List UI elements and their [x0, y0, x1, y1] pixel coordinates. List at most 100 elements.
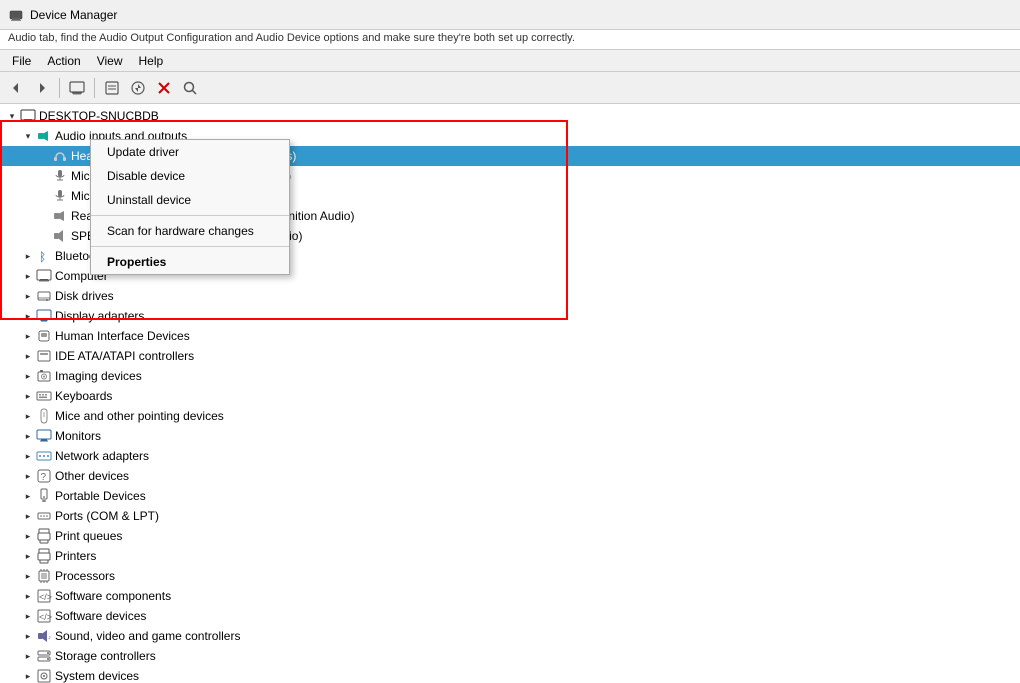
portable-node[interactable]: Portable Devices [0, 486, 1020, 506]
storage-node[interactable]: Storage controllers [0, 646, 1020, 666]
monitors-icon [36, 428, 52, 444]
network-label: Network adapters [55, 449, 149, 463]
ctx-update-driver[interactable]: Update driver [91, 140, 289, 164]
sw-comp-expand[interactable] [20, 588, 36, 604]
other-icon: ? [36, 468, 52, 484]
svg-text:ᛒ: ᛒ [39, 250, 46, 264]
menu-action[interactable]: Action [39, 52, 88, 70]
sw-comp-node[interactable]: </> Software components [0, 586, 1020, 606]
network-node[interactable]: Network adapters [0, 446, 1020, 466]
processors-expand[interactable] [20, 568, 36, 584]
system-expand[interactable] [20, 668, 36, 683]
storage-expand[interactable] [20, 648, 36, 664]
computer-expand[interactable] [20, 268, 36, 284]
menu-bar: File Action View Help [0, 50, 1020, 72]
headphone-icon [52, 148, 68, 164]
disk-node[interactable]: Disk drives [0, 286, 1020, 306]
other-expand[interactable] [20, 468, 36, 484]
sound-node[interactable]: ♪ Sound, video and game controllers [0, 626, 1020, 646]
sound-icon: ♪ [36, 628, 52, 644]
speakers-icon [52, 228, 68, 244]
sw-dev-node[interactable]: </> Software devices [0, 606, 1020, 626]
portable-expand[interactable] [20, 488, 36, 504]
mice-expand[interactable] [20, 408, 36, 424]
main-content: DESKTOP-SNUCBDB Audio inputs and outputs [0, 104, 1020, 683]
monitors-expand[interactable] [20, 428, 36, 444]
printq-node[interactable]: Print queues [0, 526, 1020, 546]
mice-icon [36, 408, 52, 424]
printq-expand[interactable] [20, 528, 36, 544]
speakers-expand [36, 228, 52, 244]
sw-comp-icon: </> [36, 588, 52, 604]
storage-label: Storage controllers [55, 649, 156, 663]
printers-label: Printers [55, 549, 96, 563]
ports-node[interactable]: Ports (COM & LPT) [0, 506, 1020, 526]
bluetooth-icon: ᛒ [36, 248, 52, 264]
other-label: Other devices [55, 469, 129, 483]
sw-dev-icon: </> [36, 608, 52, 624]
mic2-icon [52, 188, 68, 204]
device-tree[interactable]: DESKTOP-SNUCBDB Audio inputs and outputs [0, 104, 1020, 683]
hid-icon [36, 328, 52, 344]
toolbar-sep-2 [94, 78, 95, 98]
mic1-expand [36, 168, 52, 184]
menu-file[interactable]: File [4, 52, 39, 70]
ide-node[interactable]: IDE ATA/ATAPI controllers [0, 346, 1020, 366]
scan-button[interactable] [178, 76, 202, 100]
hid-node[interactable]: Human Interface Devices [0, 326, 1020, 346]
audio-expand[interactable] [20, 128, 36, 144]
disk-icon [36, 288, 52, 304]
imaging-expand[interactable] [20, 368, 36, 384]
mice-node[interactable]: Mice and other pointing devices [0, 406, 1020, 426]
display-label: Display adapters [55, 309, 144, 323]
display-expand[interactable] [20, 308, 36, 324]
root-label: DESKTOP-SNUCBDB [39, 109, 159, 123]
computer-button[interactable] [65, 76, 89, 100]
ctx-separator-2 [91, 246, 289, 247]
sw-dev-label: Software devices [55, 609, 146, 623]
printers-expand[interactable] [20, 548, 36, 564]
ctx-properties[interactable]: Properties [91, 250, 289, 274]
back-button[interactable] [4, 76, 28, 100]
other-node[interactable]: ? Other devices [0, 466, 1020, 486]
menu-help[interactable]: Help [131, 52, 172, 70]
system-icon [36, 668, 52, 683]
storage-icon [36, 648, 52, 664]
ctx-separator [91, 215, 289, 216]
audio-icon [36, 128, 52, 144]
bluetooth-expand[interactable] [20, 248, 36, 264]
processors-label: Processors [55, 569, 115, 583]
network-expand[interactable] [20, 448, 36, 464]
processors-node[interactable]: Processors [0, 566, 1020, 586]
ctx-scan-hardware[interactable]: Scan for hardware changes [91, 219, 289, 243]
monitors-node[interactable]: Monitors [0, 426, 1020, 446]
display-node[interactable]: Display adapters [0, 306, 1020, 326]
root-node[interactable]: DESKTOP-SNUCBDB [0, 106, 1020, 126]
ide-expand[interactable] [20, 348, 36, 364]
hid-expand[interactable] [20, 328, 36, 344]
properties-button[interactable] [100, 76, 124, 100]
disk-expand[interactable] [20, 288, 36, 304]
toolbar-sep-1 [59, 78, 60, 98]
processors-icon [36, 568, 52, 584]
imaging-node[interactable]: Imaging devices [0, 366, 1020, 386]
sound-expand[interactable] [20, 628, 36, 644]
forward-button[interactable] [30, 76, 54, 100]
printers-node[interactable]: Printers [0, 546, 1020, 566]
menu-view[interactable]: View [89, 52, 131, 70]
disk-label: Disk drives [55, 289, 114, 303]
ports-expand[interactable] [20, 508, 36, 524]
svg-text:</>: </> [39, 592, 52, 602]
keyboards-node[interactable]: Keyboards [0, 386, 1020, 406]
ctx-uninstall-device[interactable]: Uninstall device [91, 188, 289, 212]
uninstall-button[interactable] [152, 76, 176, 100]
update-driver-button[interactable] [126, 76, 150, 100]
keyboards-expand[interactable] [20, 388, 36, 404]
root-expand[interactable] [4, 108, 20, 124]
system-node[interactable]: System devices [0, 666, 1020, 683]
ctx-disable-device[interactable]: Disable device [91, 164, 289, 188]
sw-comp-label: Software components [55, 589, 171, 603]
window-title: Device Manager [30, 8, 117, 22]
computer-icon [20, 108, 36, 124]
sw-dev-expand[interactable] [20, 608, 36, 624]
